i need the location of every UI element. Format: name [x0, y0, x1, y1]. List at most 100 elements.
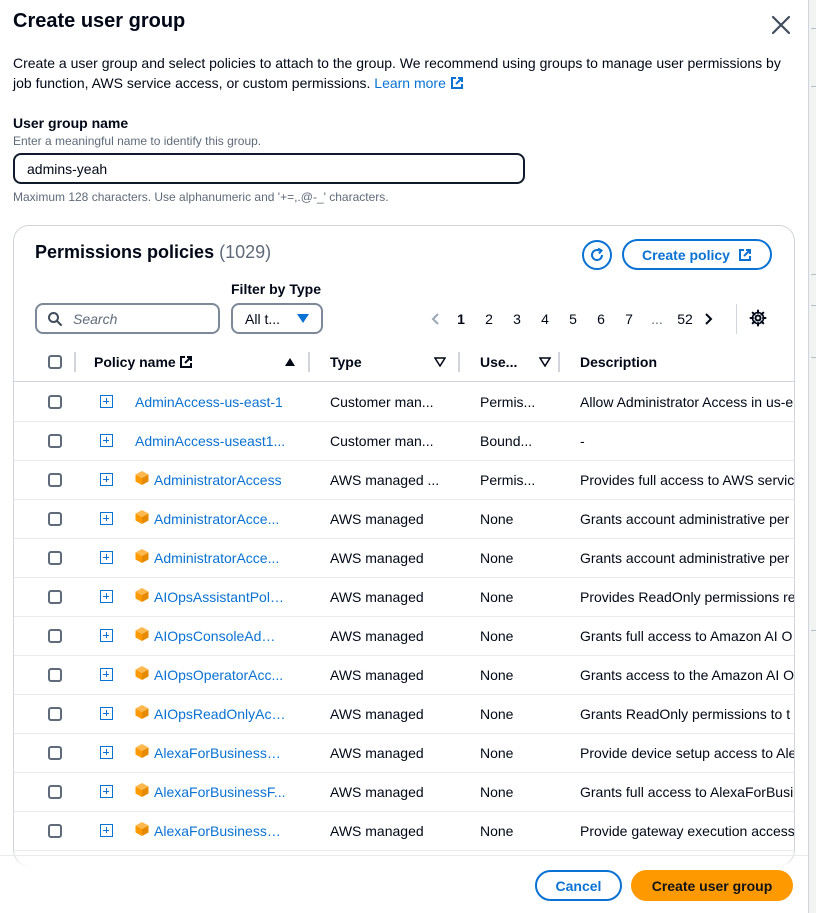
filter-by-type-label: Filter by Type [231, 281, 321, 297]
pagination-divider [736, 304, 737, 334]
policy-name-link[interactable]: AlexaForBusinessF... [154, 784, 286, 800]
cancel-button[interactable]: Cancel [535, 870, 622, 901]
policy-name-cell: AdministratorAccess [134, 460, 286, 499]
policy-description: Grants access to the Amazon AI O [580, 666, 794, 683]
policy-description: - [580, 432, 585, 449]
policy-type: AWS managed [330, 783, 424, 800]
expand-plus-icon[interactable] [100, 668, 113, 681]
page-button-1[interactable]: 1 [447, 311, 475, 327]
caret-down-icon [297, 314, 309, 323]
row-checkbox[interactable] [48, 589, 62, 604]
row-checkbox-cell [48, 538, 62, 577]
policy-name-link[interactable]: AIOpsConsoleAdmi... [154, 628, 286, 644]
row-checkbox[interactable] [48, 745, 62, 760]
table-row: AIOpsReadOnlyAcc... AWS managed None Grants… [14, 694, 794, 734]
policy-used-as: Permis... [480, 471, 536, 488]
row-expand-cell [100, 499, 113, 538]
row-checkbox[interactable] [48, 511, 62, 526]
policy-description: Provides ReadOnly permissions re [580, 588, 794, 605]
gear-icon[interactable] [749, 309, 767, 332]
page-button-7[interactable]: 7 [615, 311, 643, 327]
close-icon[interactable] [768, 12, 794, 38]
policy-name-cell: AIOpsAssistantPolicy [134, 577, 286, 616]
row-expand-cell [100, 382, 113, 421]
expand-plus-icon[interactable] [100, 785, 113, 798]
policy-name-link[interactable]: AIOpsAssistantPolicy [154, 589, 286, 605]
row-checkbox[interactable] [48, 628, 62, 643]
policy-name-link[interactable]: AdminAccess-us-east-1 [135, 394, 283, 410]
policy-name-link[interactable]: AlexaForBusinessD... [154, 745, 286, 761]
row-expand-cell [100, 460, 113, 499]
row-checkbox[interactable] [48, 433, 62, 448]
expand-plus-icon[interactable] [100, 473, 113, 486]
policy-used-as-cell: Bound... [480, 421, 552, 460]
expand-plus-icon[interactable] [100, 707, 113, 720]
row-checkbox[interactable] [48, 472, 62, 487]
row-checkbox[interactable] [48, 784, 62, 799]
policy-type-cell: AWS managed ... [330, 460, 448, 499]
policy-name-link[interactable]: AdministratorAcce... [154, 511, 279, 527]
expand-plus-icon[interactable] [100, 590, 113, 603]
expand-plus-icon[interactable] [100, 512, 113, 525]
policy-used-as: None [480, 822, 514, 839]
page-button-6[interactable]: 6 [587, 311, 615, 327]
col-used-as[interactable]: Use... [480, 343, 555, 381]
aws-cube-icon [134, 782, 150, 801]
policy-type-cell: AWS managed [330, 616, 448, 655]
learn-more-link[interactable]: Learn more [374, 75, 464, 91]
page-button-5[interactable]: 5 [559, 311, 587, 327]
policy-used-as-cell: None [480, 694, 552, 733]
column-divider [558, 352, 560, 372]
policy-type: AWS managed [330, 549, 424, 566]
policy-description: Grants account administrative per [580, 510, 790, 527]
expand-plus-icon[interactable] [100, 395, 113, 408]
page-button-2[interactable]: 2 [475, 311, 503, 327]
policy-description: Allow Administrator Access in us-e [580, 393, 794, 410]
row-checkbox-cell [48, 733, 62, 772]
policy-name-link[interactable]: AdministratorAccess [154, 472, 282, 488]
group-name-input[interactable] [13, 153, 525, 184]
search-input[interactable] [71, 309, 215, 328]
background-page-edge [808, 0, 816, 913]
filter-type-value: All t... [245, 310, 281, 327]
policy-name-link[interactable]: AIOpsOperatorAcc... [154, 667, 283, 683]
expand-plus-icon[interactable] [100, 434, 113, 447]
row-checkbox[interactable] [48, 706, 62, 721]
table-header: Policy name Type Use... Description [14, 343, 794, 382]
create-user-group-button[interactable]: Create user group [631, 870, 793, 901]
expand-plus-icon[interactable] [100, 824, 113, 837]
filter-type-select[interactable]: All t... [231, 303, 323, 334]
page-button-3[interactable]: 3 [503, 311, 531, 327]
row-expand-cell [100, 772, 113, 811]
search-field[interactable] [35, 303, 220, 334]
row-checkbox[interactable] [48, 823, 62, 838]
page-button-4[interactable]: 4 [531, 311, 559, 327]
policy-name-link[interactable]: AdminAccess-useast1... [135, 433, 285, 449]
col-policy-name[interactable]: Policy name [94, 343, 304, 381]
col-type[interactable]: Type [330, 343, 450, 381]
row-checkbox[interactable] [48, 394, 62, 409]
policy-used-as: None [480, 627, 514, 644]
expand-plus-icon[interactable] [100, 551, 113, 564]
row-checkbox[interactable] [48, 667, 62, 682]
group-name-hint: Enter a meaningful name to identify this… [13, 134, 262, 148]
refresh-button[interactable] [582, 240, 612, 270]
page-button-52[interactable]: 52 [671, 311, 699, 327]
expand-plus-icon[interactable] [100, 746, 113, 759]
policy-description-cell: Grants account administrative per [580, 499, 794, 538]
policy-name-link[interactable]: AdministratorAcce... [154, 550, 279, 566]
dialog-description: Create a user group and select policies … [13, 53, 798, 93]
row-checkbox[interactable] [48, 550, 62, 565]
chevron-right-icon[interactable] [701, 312, 715, 326]
table-row: AlexaForBusinessD... AWS managed None Provi… [14, 733, 794, 773]
policy-name-link[interactable]: AIOpsReadOnlyAcc... [154, 706, 286, 722]
select-all-checkbox[interactable] [48, 355, 62, 369]
policy-name-link[interactable]: AlexaForBusinessG... [154, 823, 286, 839]
policy-name-cell: AdminAccess-useast1... [135, 421, 290, 460]
policy-type: AWS managed [330, 705, 424, 722]
create-policy-button[interactable]: Create policy [622, 239, 772, 270]
chevron-left-icon[interactable] [429, 312, 443, 326]
col-used-as-label: Use... [480, 354, 518, 370]
table-row: AdministratorAccess AWS managed ... Permis… [14, 460, 794, 500]
expand-plus-icon[interactable] [100, 629, 113, 642]
